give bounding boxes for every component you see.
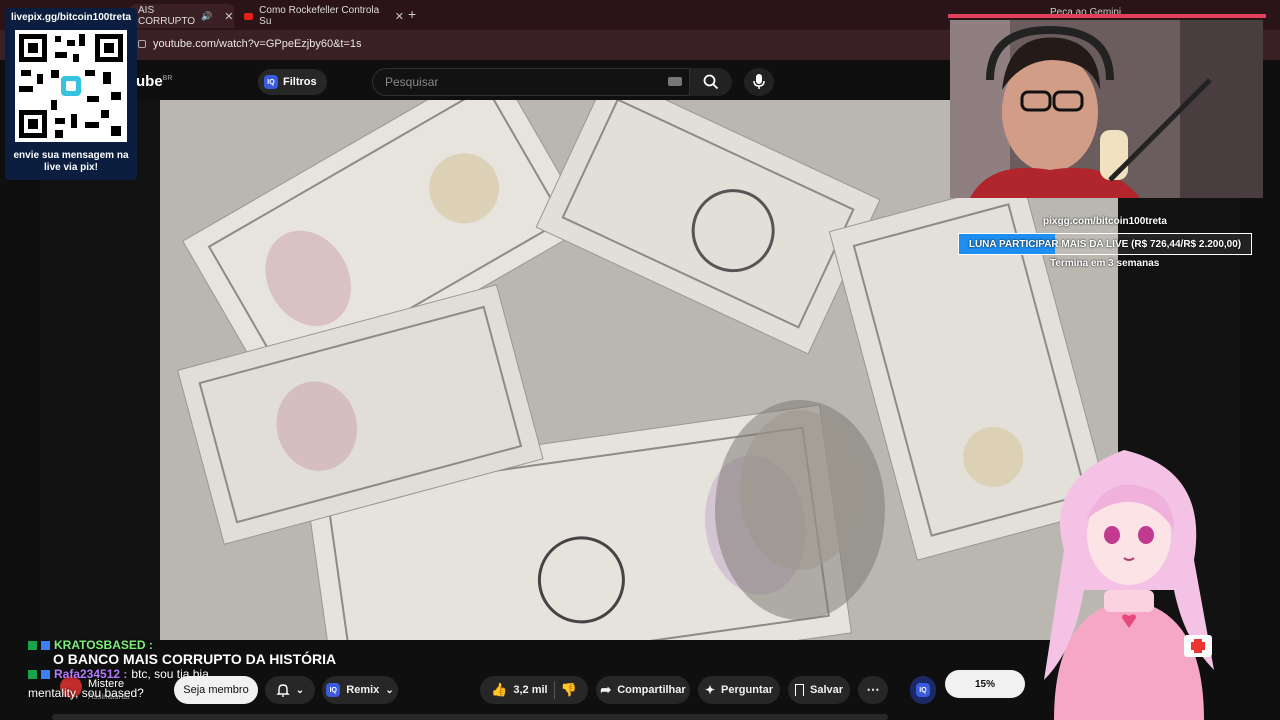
save-button[interactable]: Salvar xyxy=(788,676,850,704)
qr-caption-line1: envie sua mensagem na xyxy=(13,150,129,161)
pix-qr-panel: livepix.gg/bitcoin100treta envie sua men… xyxy=(5,8,137,180)
chat-username: Rafa234512 : xyxy=(54,667,128,681)
iq-icon: IQ xyxy=(264,75,278,89)
goal-end-time: Termina em 3 semanas xyxy=(1050,258,1160,269)
video-title: O BANCO MAIS CORRUPTO DA HISTÓRIA xyxy=(53,651,337,667)
bookmark-icon xyxy=(794,684,804,696)
goal-text: LUNA PARTICIPAR MAIS DA LIVE (R$ 726,44/… xyxy=(968,238,1242,250)
ask-label: Perguntar xyxy=(721,684,774,696)
chat-message-1-header: KRATOSBASED : xyxy=(28,638,153,652)
filters-button[interactable]: IQ Filtros xyxy=(258,69,327,95)
bell-icon xyxy=(276,684,290,697)
webcam-frame-accent xyxy=(948,14,1266,18)
filters-label: Filtros xyxy=(283,76,317,88)
share-button[interactable]: ➦ Compartilhar xyxy=(596,676,690,704)
dislike-button[interactable]: 👎 xyxy=(561,682,577,698)
qr-code xyxy=(15,30,127,142)
tab-rockefeller[interactable]: Como Rockefeller Controla Su ✕ xyxy=(244,4,404,28)
divider xyxy=(553,681,555,699)
remix-button[interactable]: IQ Remix ⌄ xyxy=(322,676,398,704)
url-text[interactable]: youtube.com/watch?v=GPpeEzjby60&t=1s xyxy=(153,38,362,50)
goal-url: pixgg.com/bitcoin100treta xyxy=(1043,216,1167,227)
verified-badge-icon xyxy=(41,640,50,650)
speaker-icon: 🔊 xyxy=(201,10,213,21)
search-button[interactable] xyxy=(690,68,732,96)
vtuber-avatar-image xyxy=(1044,450,1214,720)
tab-current[interactable]: AIS CORRUPTO 🔊 ✕ xyxy=(130,4,234,28)
chat-username: KRATOSBASED : xyxy=(54,638,153,652)
share-label: Compartilhar xyxy=(617,684,686,696)
sparkle-icon: ✦ xyxy=(704,683,716,697)
like-dislike-group: 👍 3,2 mil 👎 xyxy=(480,676,588,704)
search-icon xyxy=(703,74,719,90)
join-button[interactable]: Seja membro xyxy=(174,676,258,704)
percent-badge: 15% xyxy=(945,670,1025,698)
more-actions-button[interactable]: ⋯ xyxy=(858,676,888,704)
share-icon: ➦ xyxy=(600,682,612,697)
iq-icon: IQ xyxy=(326,683,341,697)
voice-search-button[interactable] xyxy=(744,68,774,96)
keyboard-icon[interactable] xyxy=(668,77,682,86)
thumbs-up-icon: 👍 xyxy=(491,682,508,697)
qr-caption-line2: live via pix! xyxy=(44,162,98,173)
qr-url: livepix.gg/bitcoin100treta xyxy=(10,12,132,23)
tab-close-icon[interactable]: ✕ xyxy=(395,10,404,23)
kick-badge-icon xyxy=(28,669,37,679)
youtube-favicon-icon xyxy=(244,12,254,20)
verified-badge-icon xyxy=(41,669,50,679)
like-button[interactable]: 👍 3,2 mil xyxy=(491,682,547,698)
webcam-feed xyxy=(950,20,1263,198)
like-count: 3,2 mil xyxy=(513,684,548,696)
tab-close-icon[interactable]: ✕ xyxy=(224,10,233,23)
screen: { "browser": { "tabs": [ {"label": "AIS … xyxy=(0,0,1280,720)
chevron-down-icon: ⌄ xyxy=(295,684,305,696)
thumbs-down-icon: 👎 xyxy=(560,682,577,697)
youtube-logo[interactable]: ubeBR xyxy=(136,73,172,90)
site-settings-icon[interactable] xyxy=(138,40,146,48)
webcam-image xyxy=(950,20,1263,198)
tab-title: Como Rockefeller Controla Su xyxy=(259,5,380,27)
iq-icon: IQ xyxy=(916,683,930,697)
search-box[interactable] xyxy=(372,68,690,96)
tab-title: AIS CORRUPTO xyxy=(138,5,196,27)
new-tab-button[interactable]: + xyxy=(408,6,416,22)
region-code: BR xyxy=(162,75,173,82)
chevron-down-icon: ⌄ xyxy=(385,684,394,696)
more-icon: ⋯ xyxy=(866,682,880,697)
kick-badge-icon xyxy=(28,640,37,650)
donation-goal-bar: LUNA PARTICIPAR MAIS DA LIVE (R$ 726,44/… xyxy=(958,233,1252,255)
iq-extension-button[interactable]: IQ xyxy=(910,676,936,704)
save-label: Salvar xyxy=(809,684,844,696)
ask-button[interactable]: ✦ Perguntar xyxy=(698,676,780,704)
search-input[interactable] xyxy=(373,69,689,95)
vtuber-avatar xyxy=(1024,440,1230,720)
notifications-button[interactable]: ⌄ xyxy=(265,676,315,704)
scroll-progress-bar xyxy=(52,714,888,720)
remix-label: Remix xyxy=(346,684,380,696)
qr-caption: envie sua mensagem na live via pix! xyxy=(5,150,137,174)
microphone-icon xyxy=(753,74,765,89)
logo-text: ube xyxy=(136,73,163,90)
chat-message-2-continued: mentality, sou based? xyxy=(28,686,144,700)
qr-code-image xyxy=(19,34,123,138)
